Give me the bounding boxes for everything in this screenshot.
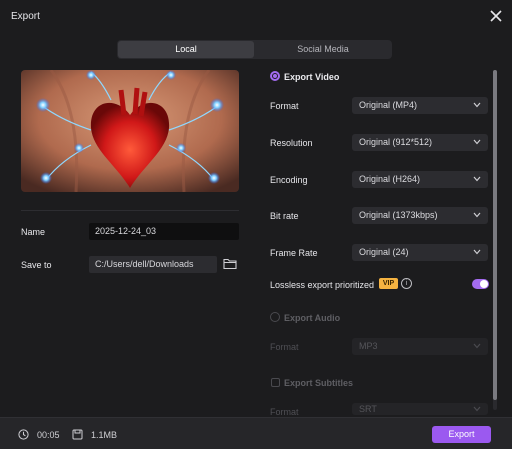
bit-rate-label: Bit rate (270, 211, 299, 221)
lossless-label: Lossless export prioritized (270, 280, 375, 290)
title-bar: Export (0, 0, 512, 34)
encoding-select[interactable]: Original (H264) (352, 171, 488, 188)
encoding-label: Encoding (270, 175, 308, 185)
footer-bar: 00:05 1.1MB Export (0, 417, 512, 449)
resolution-value: Original (912*512) (359, 137, 433, 147)
chevron-down-icon (473, 249, 481, 255)
chevron-down-icon (473, 212, 481, 218)
export-video-radio[interactable] (270, 71, 280, 81)
scrollbar-thumb[interactable] (493, 70, 497, 400)
chevron-down-icon (473, 102, 481, 108)
export-audio-radio[interactable] (270, 312, 280, 322)
encoding-value: Original (H264) (359, 174, 421, 184)
video-preview-thumbnail (21, 70, 239, 192)
name-input[interactable]: 2025-12-24_03 (89, 223, 239, 240)
file-size-text: 1.1MB (91, 430, 118, 440)
subtitle-format-label: Format (270, 407, 299, 417)
tab-local[interactable]: Local (118, 41, 254, 58)
format-label: Format (270, 101, 299, 111)
export-subtitles-label: Export Subtitles (284, 378, 354, 388)
section-divider (21, 210, 239, 211)
folder-icon[interactable] (223, 257, 237, 270)
subtitle-format-value: SRT (359, 404, 377, 414)
vip-badge: VIP (379, 278, 398, 289)
duration-text: 00:05 (37, 430, 60, 440)
bit-rate-select[interactable]: Original (1373kbps) (352, 207, 488, 224)
subtitle-format-select[interactable]: SRT (352, 403, 488, 415)
lossless-toggle[interactable] (472, 279, 489, 289)
frame-rate-value: Original (24) (359, 247, 409, 257)
resolution-select[interactable]: Original (912*512) (352, 134, 488, 151)
export-audio-label: Export Audio (284, 313, 341, 323)
chevron-down-icon (473, 343, 481, 349)
frame-rate-label: Frame Rate (270, 248, 318, 258)
export-button[interactable]: Export (432, 426, 491, 443)
audio-format-label: Format (270, 342, 299, 352)
chevron-down-icon (473, 176, 481, 182)
save-path-input[interactable]: C:/Users/dell/Downloads (89, 256, 217, 273)
audio-format-value: MP3 (359, 341, 378, 351)
format-select[interactable]: Original (MP4) (352, 97, 488, 114)
save-to-label: Save to (21, 260, 52, 270)
tab-social-media[interactable]: Social Media (255, 41, 391, 58)
frame-rate-select[interactable]: Original (24) (352, 244, 488, 261)
bit-rate-value: Original (1373kbps) (359, 210, 438, 220)
audio-format-select[interactable]: MP3 (352, 338, 488, 355)
info-icon[interactable]: i (401, 278, 412, 289)
resolution-label: Resolution (270, 138, 313, 148)
clock-icon (18, 429, 29, 440)
window-title: Export (11, 11, 40, 22)
name-label: Name (21, 227, 46, 237)
chevron-down-icon (473, 139, 481, 145)
export-subtitles-checkbox[interactable] (271, 378, 280, 387)
file-size-icon (72, 429, 83, 440)
export-video-label: Export Video (284, 72, 340, 82)
format-value: Original (MP4) (359, 100, 418, 110)
settings-scrollbar[interactable] (493, 70, 497, 410)
chevron-down-icon (473, 406, 481, 412)
tab-bar: Local Social Media (117, 40, 392, 59)
close-icon[interactable] (489, 9, 503, 23)
